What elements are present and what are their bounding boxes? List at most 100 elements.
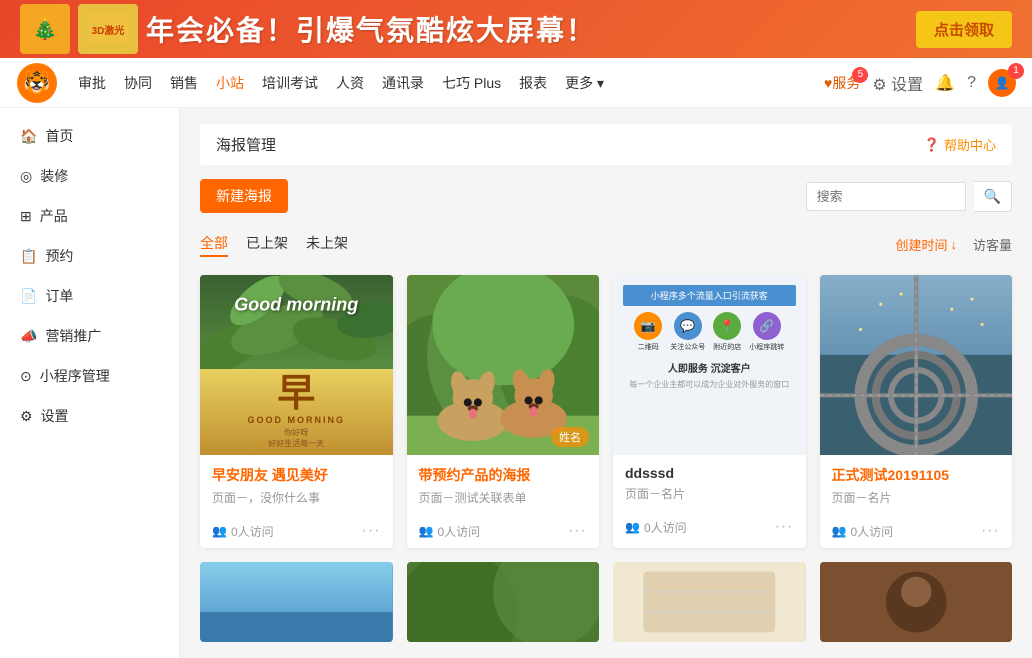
visitors-icon-2: 👥 xyxy=(419,524,434,538)
card-morning-more[interactable]: ··· xyxy=(362,522,381,540)
card-morning-footer: 👥 0人访问 ··· xyxy=(200,518,393,548)
visitors-icon: 👥 xyxy=(212,524,227,538)
card-mini-bg: 小程序多个流量入口引流获客 📷 二维码 💬 关注公众号 xyxy=(613,275,806,455)
sidebar-item-settings[interactable]: ⚙ 设置 xyxy=(0,396,179,436)
card-bridge-info: 正式测试20191105 页面－名片 xyxy=(820,455,1013,518)
toolbar-row: 新建海报 🔍 xyxy=(200,179,1012,213)
card-corgi-bg: 姓名 xyxy=(407,275,600,455)
card-corgi-footer: 👥 0人访问 ··· xyxy=(407,518,600,548)
banner-text: 年会必备！引爆气氛酷炫大屏幕！ xyxy=(146,9,596,49)
card-bridge-visitors: 👥 0人访问 xyxy=(832,523,894,540)
sidebar-item-miniprogram[interactable]: ⊙ 小程序管理 xyxy=(0,356,179,396)
bottom-card-1 xyxy=(200,562,393,642)
card-corgi-visitors: 👥 0人访问 xyxy=(419,523,481,540)
nav-item-hr[interactable]: 人资 xyxy=(336,73,364,93)
card-morning-bg: Good morning 早 GOOD MORNING 你好呀好好生活每一天 xyxy=(200,275,393,455)
notifications-button[interactable]: 🔔 xyxy=(935,73,955,93)
product-icon: ⊞ xyxy=(20,208,32,225)
nav-items: 审批 协同 销售 小站 培训考试 人资 通讯录 七巧 Plus 报表 更多 ▾ xyxy=(78,73,824,93)
good-morning-text: Good morning xyxy=(234,294,358,315)
card-bridge-footer: 👥 0人访问 ··· xyxy=(820,518,1013,548)
banner-icon-2: 3D激光 xyxy=(78,4,138,54)
cards-grid: Good morning 早 GOOD MORNING 你好呀好好生活每一天 早… xyxy=(200,275,1012,548)
nav-item-plus[interactable]: 七巧 Plus xyxy=(442,73,501,93)
nav-item-training[interactable]: 培训考试 xyxy=(262,73,318,93)
banner-icon-1: 🎄 xyxy=(20,4,70,54)
sort-by-visitors[interactable]: 访客量 xyxy=(973,235,1012,254)
nav-item-sales[interactable]: 销售 xyxy=(170,73,198,93)
new-poster-button[interactable]: 新建海报 xyxy=(200,179,288,213)
help-link[interactable]: ❓ 帮助中心 xyxy=(924,135,996,154)
sidebar-item-decor[interactable]: ◎ 装修 xyxy=(0,156,179,196)
filter-tabs: 全部 已上架 未上架 xyxy=(200,231,348,257)
sidebar-item-marketing[interactable]: 📣 营销推广 xyxy=(0,316,179,356)
svg-text:3D激光: 3D激光 xyxy=(92,24,125,37)
card-corgi-more[interactable]: ··· xyxy=(568,522,587,540)
service-badge: 5 xyxy=(852,67,868,83)
card-mini-subtitle: 页面－名片 xyxy=(625,485,794,502)
card-mini-more[interactable]: ··· xyxy=(775,518,794,536)
card-corgi-subtitle: 页面－测试关联表单 xyxy=(419,489,588,506)
search-input[interactable] xyxy=(806,182,966,211)
sidebar-item-order[interactable]: 📄 订单 xyxy=(0,276,179,316)
card-mini-image: 小程序多个流量入口引流获客 📷 二维码 💬 关注公众号 xyxy=(613,275,806,455)
card-bridge-title[interactable]: 正式测试20191105 xyxy=(832,465,1001,485)
avatar[interactable]: 👤 1 xyxy=(988,69,1016,97)
bottom-card-4 xyxy=(820,562,1013,642)
home-icon: 🏠 xyxy=(20,128,37,145)
nav-item-reports[interactable]: 报表 xyxy=(519,73,547,93)
visitors-icon-3: 👥 xyxy=(625,520,640,534)
card-bridge-more[interactable]: ··· xyxy=(981,522,1000,540)
order-icon: 📄 xyxy=(20,288,37,305)
filter-sort-row: 全部 已上架 未上架 创建时间 ↓ 访客量 xyxy=(200,223,1012,265)
sort-by-time[interactable]: 创建时间 ↓ xyxy=(895,235,957,254)
bottom-card-3 xyxy=(613,562,806,642)
card-corgi-title[interactable]: 带预约产品的海报 xyxy=(419,465,588,485)
nav-item-station[interactable]: 小站 xyxy=(216,73,244,93)
settings-button[interactable]: ⚙ 设置 xyxy=(872,71,923,95)
app-logo[interactable]: 🐯 xyxy=(16,62,58,104)
card-mini-info: ddsssd 页面－名片 xyxy=(613,455,806,514)
card-mini-title[interactable]: ddsssd xyxy=(625,465,794,481)
card-bridge-bg xyxy=(820,275,1013,455)
service-button[interactable]: ♥ 服务 5 xyxy=(824,73,860,93)
card-morning-subtitle: 页面－，没你什么事 xyxy=(212,489,381,506)
avatar-badge: 1 xyxy=(1008,63,1024,79)
sidebar: 🏠 首页 ◎ 装修 ⊞ 产品 📋 预约 📄 订单 📣 营销推广 ⊙ 小程序管理 … xyxy=(0,108,180,658)
sort-area: 创建时间 ↓ 访客量 xyxy=(895,235,1012,254)
card-morning: Good morning 早 GOOD MORNING 你好呀好好生活每一天 早… xyxy=(200,275,393,548)
overlay-name: 姓名 xyxy=(551,427,589,447)
bottom-card-2 xyxy=(407,562,600,642)
sidebar-item-home[interactable]: 🏠 首页 xyxy=(0,116,179,156)
main-layout: 🏠 首页 ◎ 装修 ⊞ 产品 📋 预约 📄 订单 📣 营销推广 ⊙ 小程序管理 … xyxy=(0,108,1032,658)
mini-tag: 小程序多个流量入口引流获客 xyxy=(631,289,788,302)
bottom-cards-row xyxy=(200,562,1012,642)
card-morning-visitors: 👥 0人访问 xyxy=(212,523,274,540)
card-mini-footer: 👥 0人访问 ··· xyxy=(613,514,806,544)
nav-item-contacts[interactable]: 通讯录 xyxy=(382,73,424,93)
card-bridge: 正式测试20191105 页面－名片 👥 0人访问 ··· xyxy=(820,275,1013,548)
mini-footer-text: 每一个企业主都可以成为企业对外服务的窗口 xyxy=(629,379,789,390)
content-area: 海报管理 ❓ 帮助中心 新建海报 🔍 全部 已上架 未上架 创建时间 xyxy=(180,108,1032,658)
filter-tab-offline[interactable]: 未上架 xyxy=(306,231,348,257)
filter-tab-online[interactable]: 已上架 xyxy=(246,231,288,257)
nav-item-more[interactable]: 更多 ▾ xyxy=(565,73,604,93)
card-corgi-info: 带预约产品的海报 页面－测试关联表单 xyxy=(407,455,600,518)
sidebar-item-product[interactable]: ⊞ 产品 xyxy=(0,196,179,236)
top-banner: 🎄 3D激光 年会必备！引爆气氛酷炫大屏幕！ 点击领取 xyxy=(0,0,1032,58)
svg-text:🐯: 🐯 xyxy=(23,69,50,95)
search-button[interactable]: 🔍 xyxy=(974,181,1012,212)
settings-icon: ⚙ xyxy=(20,408,33,425)
banner-button[interactable]: 点击领取 xyxy=(916,11,1012,48)
card-bridge-subtitle: 页面－名片 xyxy=(832,489,1001,506)
card-morning-image: Good morning 早 GOOD MORNING 你好呀好好生活每一天 xyxy=(200,275,393,455)
help-button[interactable]: ? xyxy=(967,74,976,92)
nav-item-approval[interactable]: 审批 xyxy=(78,73,106,93)
nav-item-collab[interactable]: 协同 xyxy=(124,73,152,93)
content-header: 海报管理 ❓ 帮助中心 xyxy=(200,124,1012,165)
card-morning-title[interactable]: 早安朋友 遇见美好 xyxy=(212,465,381,485)
filter-tab-all[interactable]: 全部 xyxy=(200,231,228,257)
sidebar-item-reservation[interactable]: 📋 预约 xyxy=(0,236,179,276)
marketing-icon: 📣 xyxy=(20,328,37,345)
banner-left: 🎄 3D激光 年会必备！引爆气氛酷炫大屏幕！ xyxy=(20,4,596,54)
